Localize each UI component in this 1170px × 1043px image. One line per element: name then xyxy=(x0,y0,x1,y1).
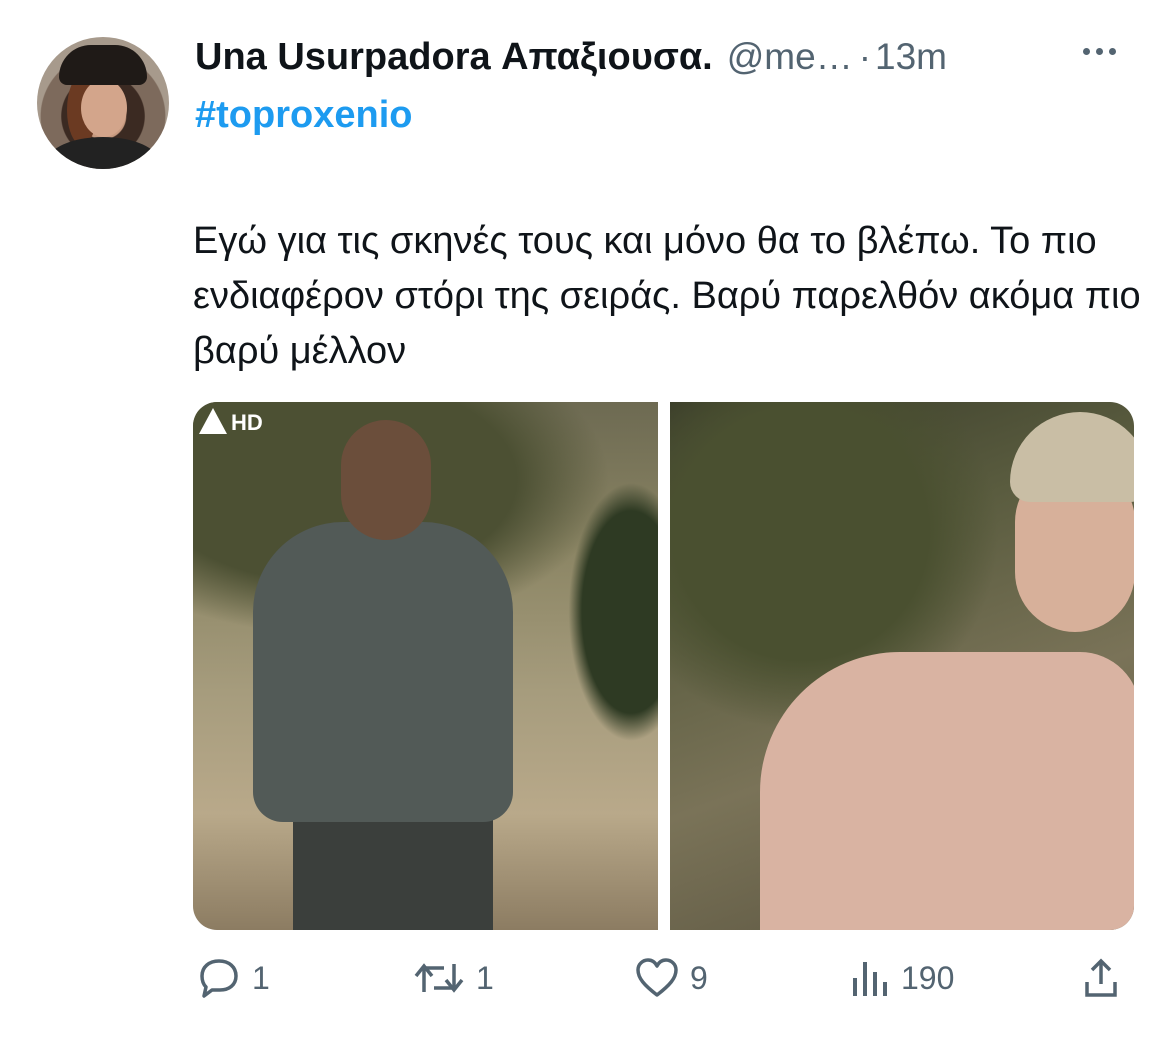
image-man-torso xyxy=(253,522,513,822)
reply-icon xyxy=(200,959,238,998)
share-button[interactable] xyxy=(1084,958,1118,998)
analytics-icon xyxy=(853,962,887,996)
avatar-hat xyxy=(59,45,147,85)
media-image-left[interactable]: HD xyxy=(193,402,658,930)
hashtag-link[interactable]: #toproxenio xyxy=(195,94,412,137)
media-image-right[interactable] xyxy=(670,402,1134,930)
retweet-icon xyxy=(414,963,464,993)
header-separator: · xyxy=(858,36,872,77)
tweet-header: Una Usurpadora Απαξιουσα. @me… · 13m xyxy=(195,36,947,79)
more-options-icon[interactable] xyxy=(1083,48,1116,55)
author-handle[interactable]: @me… xyxy=(727,36,853,78)
tweet-text: Εγώ για τις σκηνές τους και μόνο θα το β… xyxy=(193,220,1141,372)
retweet-count: 1 xyxy=(476,959,494,996)
image-leaves xyxy=(568,482,658,742)
reply-count: 1 xyxy=(252,959,270,996)
share-icon xyxy=(1085,958,1117,997)
tweet-actions: 1 1 9 190 xyxy=(0,958,1170,1008)
retweet-button[interactable]: 1 xyxy=(412,958,494,998)
reply-button[interactable]: 1 xyxy=(196,958,270,998)
image-woman-body xyxy=(760,652,1134,930)
tweet-media[interactable]: HD xyxy=(193,402,1134,930)
like-count: 9 xyxy=(690,959,708,996)
views-count: 190 xyxy=(901,959,955,996)
avatar-coat xyxy=(47,137,159,169)
channel-logo: HD xyxy=(199,408,263,436)
image-man-head xyxy=(341,420,431,540)
like-button[interactable]: 9 xyxy=(634,958,708,998)
author-avatar[interactable] xyxy=(37,37,169,169)
views-button[interactable]: 190 xyxy=(849,958,954,998)
heart-icon xyxy=(636,958,678,997)
tweet-timestamp[interactable]: 13m xyxy=(875,36,947,78)
hd-badge: HD xyxy=(231,410,263,435)
avatar-face xyxy=(81,79,127,137)
author-name[interactable]: Una Usurpadora Απαξιουσα. xyxy=(195,36,713,79)
image-woman-hair xyxy=(1010,412,1134,502)
